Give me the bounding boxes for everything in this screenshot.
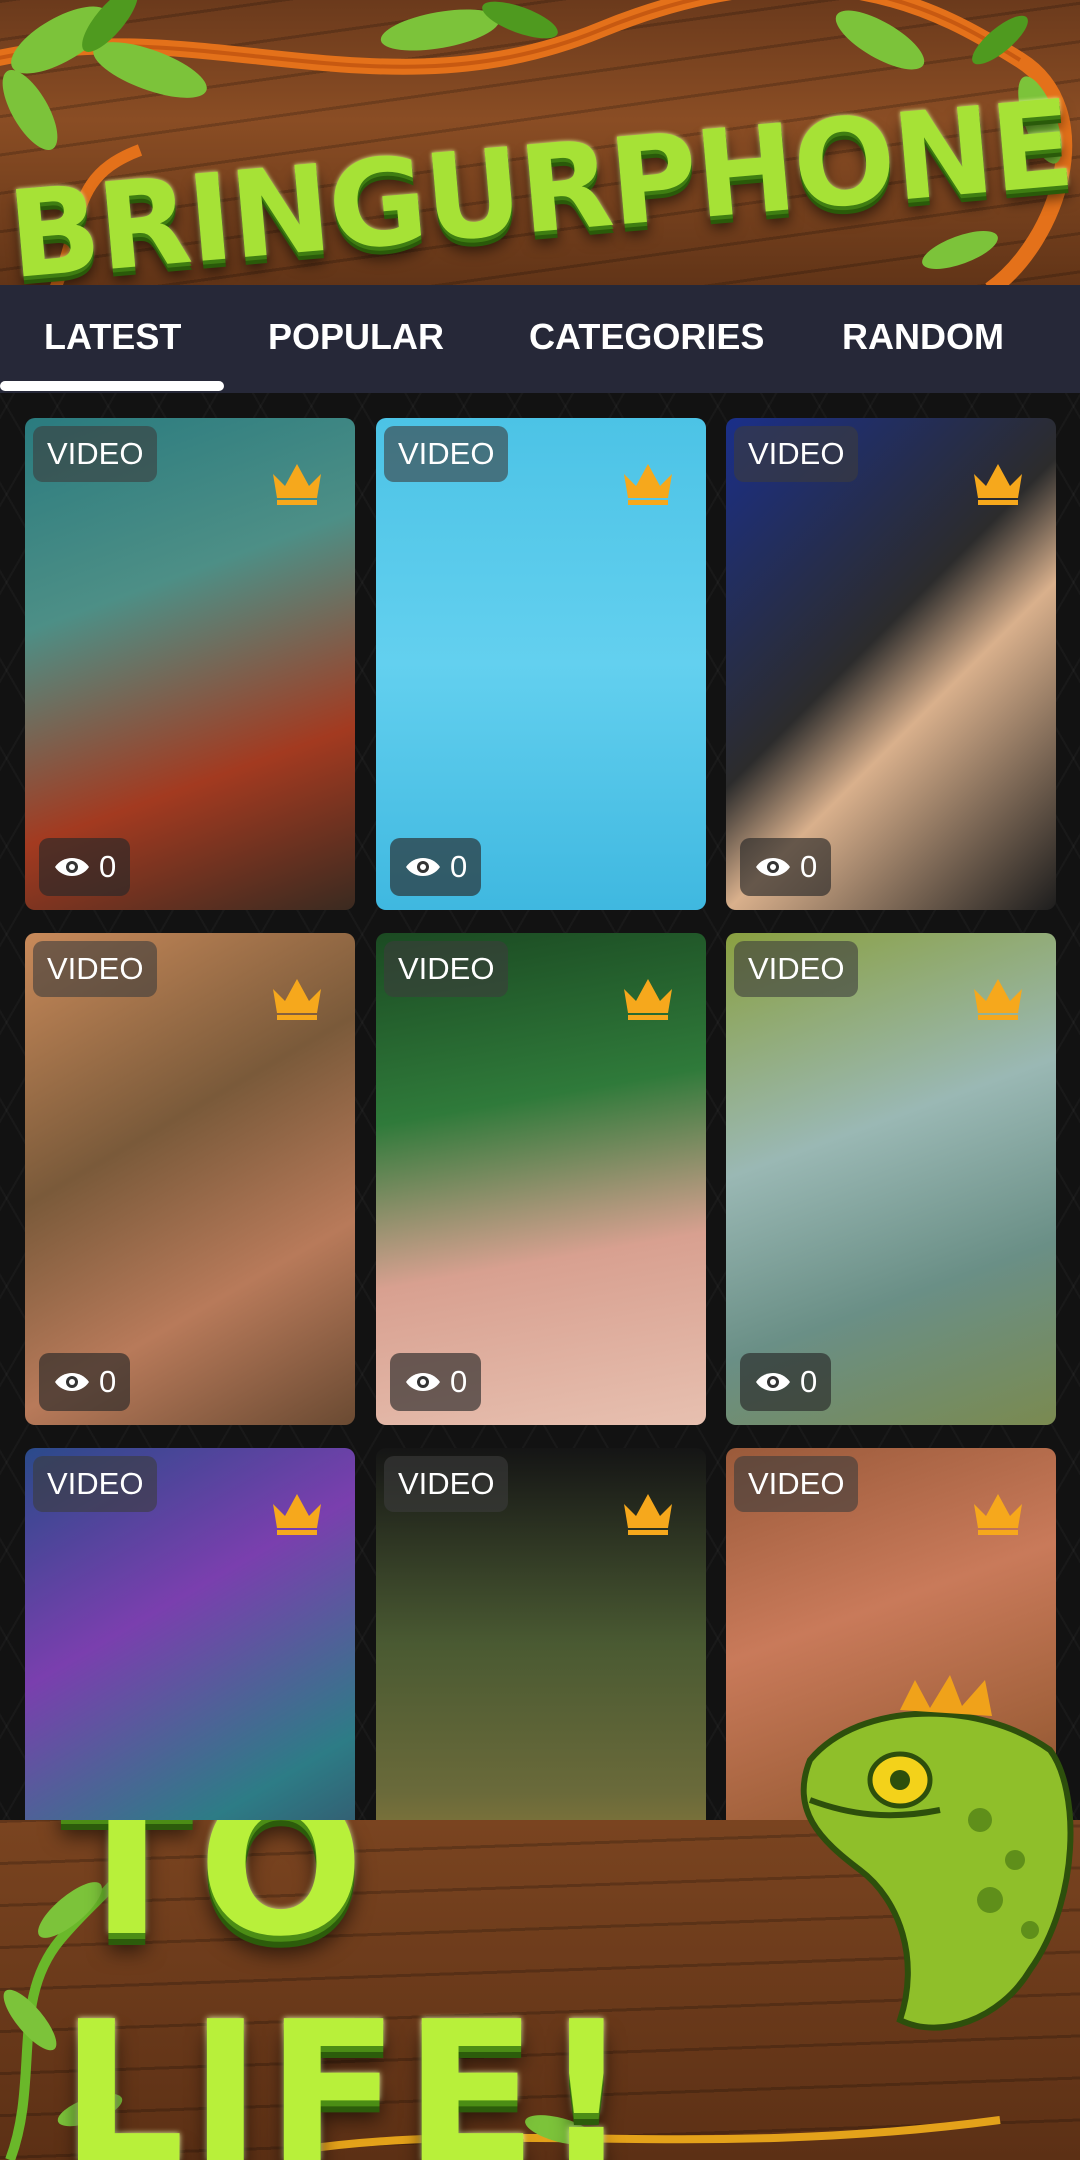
crown-icon — [974, 464, 1022, 505]
eye-icon — [756, 1373, 790, 1391]
video-badge: VIDEO — [33, 426, 158, 482]
crown-icon — [974, 979, 1022, 1020]
eye-icon — [55, 858, 89, 876]
crown-icon — [273, 464, 321, 505]
crown-icon — [273, 1494, 321, 1535]
tab-categories[interactable]: CATEGORIES — [529, 307, 764, 367]
crown-icon — [624, 464, 672, 505]
view-count-value: 0 — [800, 849, 818, 884]
video-badge: VIDEO — [734, 941, 859, 997]
video-card[interactable]: VIDEO 0 — [25, 933, 355, 1425]
video-badge: VIDEO — [384, 426, 509, 482]
tab-popular[interactable]: POPULAR — [268, 307, 444, 367]
crown-icon — [974, 1494, 1022, 1535]
header-banner: BRINGURPHONE — [0, 0, 1080, 300]
view-count: 0 — [390, 1353, 482, 1411]
crown-icon — [273, 979, 321, 1020]
view-count-value: 0 — [450, 1364, 468, 1399]
view-count-value: 0 — [99, 1364, 117, 1399]
eye-icon — [55, 1373, 89, 1391]
view-count-value: 0 — [99, 849, 117, 884]
tab-bar: LATEST POPULAR CATEGORIES RANDOM — [0, 285, 1080, 393]
eye-icon — [406, 1373, 440, 1391]
crown-icon — [624, 979, 672, 1020]
video-badge: VIDEO — [33, 941, 158, 997]
tab-random[interactable]: RANDOM — [842, 307, 1004, 367]
eye-icon — [406, 858, 440, 876]
video-badge: VIDEO — [384, 1456, 509, 1512]
video-card[interactable]: VIDEO 0 — [726, 418, 1056, 910]
video-card[interactable]: VIDEO 0 — [25, 418, 355, 910]
tab-latest[interactable]: LATEST — [44, 307, 181, 367]
crown-icon — [624, 1494, 672, 1535]
view-count: 0 — [39, 1353, 131, 1411]
selected-tab-indicator — [0, 381, 224, 391]
view-count: 0 — [740, 1353, 832, 1411]
video-badge: VIDEO — [384, 941, 509, 997]
view-count-value: 0 — [450, 849, 468, 884]
eye-icon — [756, 858, 790, 876]
video-badge: VIDEO — [33, 1456, 158, 1512]
view-count: 0 — [39, 838, 131, 896]
video-card[interactable]: VIDEO 0 — [726, 933, 1056, 1425]
video-badge: VIDEO — [734, 1456, 859, 1512]
video-badge: VIDEO — [734, 426, 859, 482]
view-count: 0 — [390, 838, 482, 896]
video-card[interactable]: VIDEO 0 — [376, 418, 706, 910]
lizard-mascot-icon — [800, 1675, 1074, 2031]
view-count: 0 — [740, 838, 832, 896]
video-card[interactable]: VIDEO 0 — [376, 933, 706, 1425]
view-count-value: 0 — [800, 1364, 818, 1399]
